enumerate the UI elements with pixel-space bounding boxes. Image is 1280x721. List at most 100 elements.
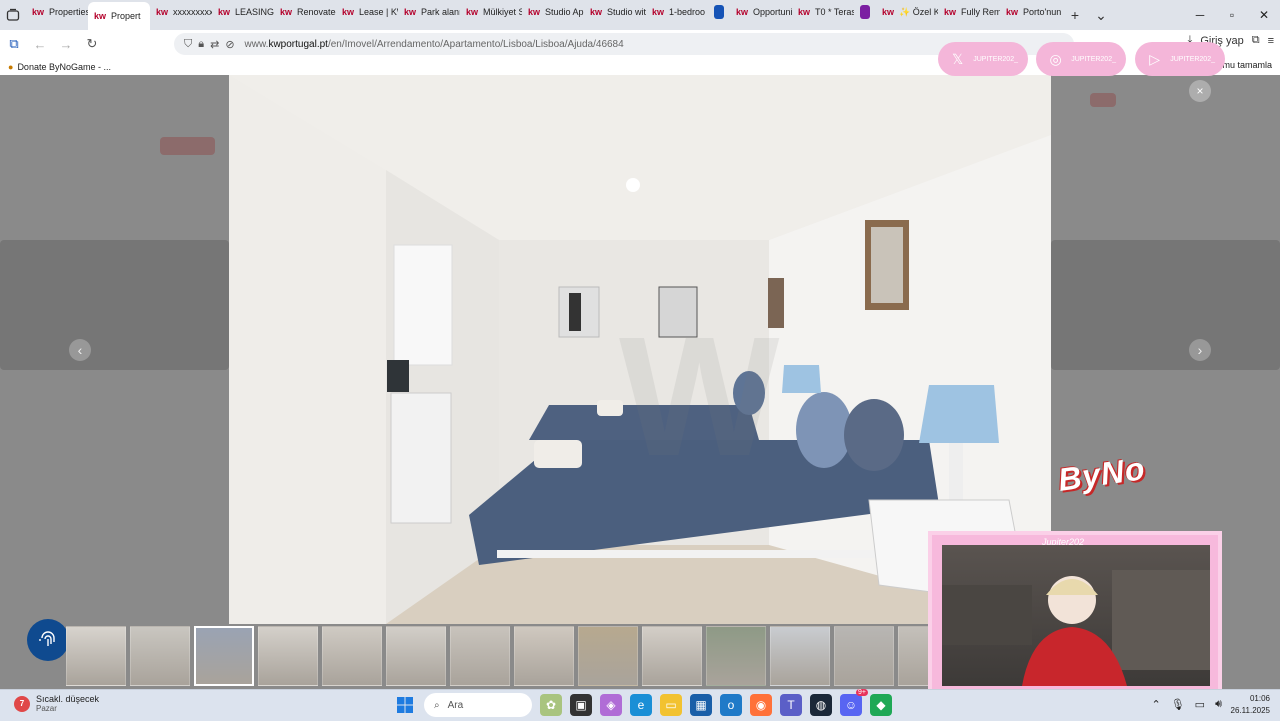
clock-date: 26.11.2025 [1230, 706, 1270, 715]
social-pill-instagram: ◎ JUPITER202_ [1036, 42, 1126, 76]
store-icon[interactable]: ▦ [690, 694, 712, 716]
tab-list-chevron-icon[interactable]: ⌄ [1088, 7, 1114, 24]
kw-favicon-icon: kw [156, 7, 169, 17]
system-tray: ⌃ 🎙︎ ▭ 🔊︎ [1151, 698, 1222, 711]
clock[interactable]: 01:06 26.11.2025 [1231, 693, 1270, 717]
browser-tab[interactable]: kw xxxxxxxxx [150, 0, 212, 24]
collections-icon[interactable]: ⧉ [2, 32, 26, 56]
gallery-close-button[interactable]: × [1189, 80, 1211, 102]
extensions-icon[interactable]: ⧉ [1252, 34, 1260, 47]
browser-tab[interactable]: kw Renovated [274, 0, 336, 24]
tab-label: Opportuni [753, 7, 792, 17]
kw-favicon-icon: kw [1006, 7, 1019, 17]
gallery-thumbnail-strip [66, 626, 958, 686]
forward-button[interactable]: → [54, 32, 78, 56]
kw-favicon-icon: kw [944, 7, 957, 17]
gallery-thumbnail[interactable] [130, 626, 190, 686]
back-button[interactable]: ← [28, 32, 52, 56]
browser-tab[interactable]: kw 1-bedroo [646, 0, 708, 24]
tab-overview-icon[interactable] [0, 0, 26, 30]
browser-tab[interactable]: kw Porto'nun [1000, 0, 1062, 24]
bynogame-icon: ● [8, 61, 14, 72]
menu-icon[interactable]: ≡ [1268, 35, 1274, 47]
browser-tab[interactable]: kw LEASING | [212, 0, 274, 24]
tracking-icon[interactable]: ⊘ [225, 38, 234, 51]
browser-tab[interactable]: kw Lease | KW [336, 0, 398, 24]
gallery-thumbnail[interactable] [322, 626, 382, 686]
svg-text:W: W [619, 302, 780, 492]
search-placeholder: Ara [447, 699, 464, 711]
gallery-thumbnail[interactable] [194, 626, 254, 686]
windows-start-icon[interactable] [394, 694, 416, 716]
x-icon: 𝕏 [951, 50, 964, 67]
browser-tab[interactable]: kw Studio Ap [522, 0, 584, 24]
clock-time: 01:06 [1249, 694, 1270, 703]
discord-icon[interactable]: ☺ 9+ [840, 689, 868, 716]
file-explorer-icon[interactable]: ▭ [660, 694, 682, 716]
browser-tab[interactable] [708, 0, 730, 24]
gallery-thumbnail[interactable] [578, 626, 638, 686]
kw-favicon-icon: kw [528, 7, 541, 17]
kw-favicon-icon: kw [218, 7, 231, 17]
display-icon[interactable]: ▭ [1195, 698, 1205, 711]
gallery-thumbnail[interactable] [770, 626, 830, 686]
outlook-icon[interactable]: o [720, 694, 742, 716]
gallery-thumbnail[interactable] [834, 626, 894, 686]
gallery-thumbnail[interactable] [386, 626, 446, 686]
bookmark-right-label[interactable]: umu tamamla [1217, 60, 1272, 70]
minimize-button[interactable]: ─ [1184, 0, 1216, 30]
browser-tab[interactable]: kw ✨ Özel K [876, 0, 938, 24]
browser-tab[interactable]: kw T0 * Teras [792, 0, 854, 24]
shield-icon[interactable]: ⛉ [184, 38, 192, 51]
social-pill-youtube: ▷ JUPITER202_ [1135, 42, 1225, 76]
teams-icon[interactable]: T [780, 694, 802, 716]
gallery-thumbnail[interactable] [706, 626, 766, 686]
volume-icon[interactable]: 🔊︎ [1215, 698, 1222, 711]
browser-tab[interactable]: kw Mülkiyet S [460, 0, 522, 24]
maximize-button[interactable]: ▫ [1216, 0, 1248, 30]
discord-badge: 9+ [856, 689, 868, 696]
browser-tab[interactable]: kw Fully Rem [938, 0, 1000, 24]
task-view-icon[interactable]: ▣ [570, 694, 592, 716]
chevron-up-icon[interactable]: ⌃ [1151, 698, 1160, 711]
weather-title: Sıcakl. düşecek [36, 694, 100, 704]
permissions-icon[interactable]: ⇄ [210, 38, 219, 51]
gallery-thumbnail[interactable] [514, 626, 574, 686]
microphone-icon[interactable]: 🎙︎ [1171, 698, 1185, 711]
steam-icon[interactable]: ◍ [810, 694, 832, 716]
weather-subtitle: Pazar [36, 704, 57, 713]
tab-label: Studio wit [607, 7, 646, 17]
gallery-prev-button[interactable]: ‹ [69, 339, 91, 361]
taskbar-search[interactable]: ⌕ Ara [424, 693, 532, 717]
gallery-next-button[interactable]: › [1189, 339, 1211, 361]
copilot-icon[interactable]: ◈ [600, 694, 622, 716]
browser-tab[interactable]: kw Opportuni [730, 0, 792, 24]
reload-button[interactable]: ↻ [80, 32, 104, 56]
widgets-icon[interactable]: ✿ [540, 694, 562, 716]
tab-label: Porto'nun [1023, 7, 1062, 17]
fingerprint-icon[interactable] [27, 619, 69, 661]
gallery-thumbnail[interactable] [258, 626, 318, 686]
browser-tab[interactable] [854, 0, 876, 24]
window-controls: ─ ▫ ✕ [1184, 0, 1280, 30]
tab-label: Mülkiyet S [483, 7, 522, 17]
browser-tab[interactable]: kw Park alanı [398, 0, 460, 24]
firefox-icon[interactable]: ◉ [750, 694, 772, 716]
gallery-thumbnail[interactable] [642, 626, 702, 686]
tab-label: Park alanı [421, 7, 460, 17]
windows-taskbar: 7 Sıcakl. düşecek Pazar ⌕ Ara ✿ ▣ ◈ e ▭ … [0, 689, 1280, 721]
weather-widget[interactable]: 7 Sıcakl. düşecek Pazar [14, 694, 99, 713]
close-window-button[interactable]: ✕ [1248, 0, 1280, 30]
app-icon[interactable]: ◆ [870, 694, 892, 716]
gallery-thumbnail[interactable] [450, 626, 510, 686]
social-handle: JUPITER202_ [1071, 55, 1116, 63]
new-tab-button[interactable]: + [1062, 7, 1088, 23]
bookmark-item[interactable]: ● Donate ByNoGame - ... [8, 62, 111, 72]
browser-tab[interactable]: kw Properties [26, 0, 88, 24]
webcam-feed [942, 545, 1210, 686]
browser-tab[interactable]: kw Studio wit [584, 0, 646, 24]
edge-icon[interactable]: e [630, 694, 652, 716]
gallery-thumbnail[interactable] [66, 626, 126, 686]
browser-tab[interactable]: kwPropert✕ [88, 2, 150, 30]
lock-icon[interactable]: 🔒︎ [198, 38, 204, 51]
